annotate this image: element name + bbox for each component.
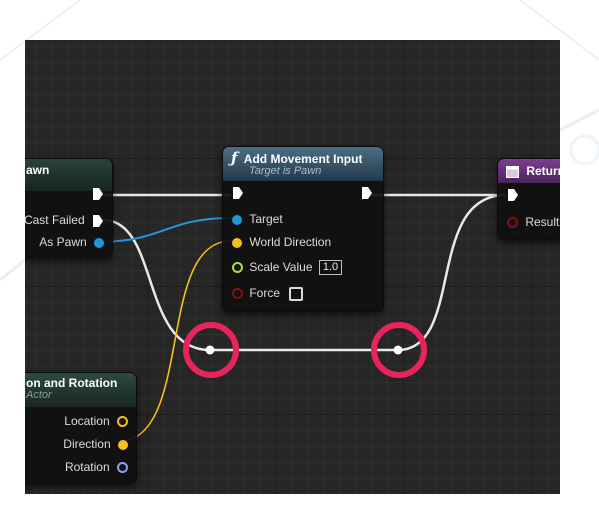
as-pawn-label: As Pawn (39, 235, 87, 249)
vector-pin-icon (118, 439, 128, 450)
highlight-circle-2 (371, 322, 427, 378)
cast-to-pawn-node[interactable]: awn Cast Failed As Pawn (25, 158, 113, 258)
location-pin[interactable]: Location (64, 412, 128, 430)
force-checkbox[interactable] (289, 286, 304, 301)
return-node-title: Return (526, 164, 560, 178)
force-label: Force (249, 286, 281, 300)
function-icon: ƒ (231, 149, 238, 167)
direction-pin[interactable]: Direction (63, 435, 128, 453)
rotation-label: Rotation (64, 460, 110, 474)
location-label: Location (64, 414, 110, 428)
add-node-title: Add Movement Input (243, 152, 363, 166)
return-icon (506, 165, 519, 178)
object-pin-icon (94, 237, 104, 248)
object-pin-icon (232, 214, 242, 225)
exec-out-icon (93, 214, 103, 227)
exec-in-icon (233, 187, 243, 199)
cast-exec-out-pin[interactable] (92, 187, 104, 205)
scale-value-input[interactable]: 1.0 (318, 260, 343, 276)
highlight-circle-1 (183, 322, 239, 378)
rotator-pin-icon (117, 462, 128, 474)
return-node[interactable]: Return Result (497, 158, 560, 240)
add-node-subtitle: Target is Pawn (249, 165, 322, 177)
result-pin[interactable]: Result (507, 213, 559, 231)
location-rotation-node[interactable]: on and Rotation Actor Location Direction… (25, 372, 137, 484)
add-exec-out-pin[interactable] (361, 186, 373, 204)
location-node-subtitle: Actor (26, 389, 52, 401)
force-pin[interactable]: Force (232, 284, 304, 302)
exec-out-icon (362, 187, 372, 199)
result-label: Result (525, 215, 560, 229)
cast-node-title: awn (26, 163, 50, 177)
add-node-header[interactable]: ƒ Add Movement Input Target is Pawn (223, 147, 383, 181)
rotation-pin[interactable]: Rotation (65, 458, 128, 476)
exec-in-icon (508, 189, 518, 201)
exec-out-icon (93, 188, 103, 200)
return-node-header[interactable]: Return (498, 159, 560, 183)
object-wire-pawn-to-target (96, 217, 232, 243)
reroute-node-1 (205, 345, 215, 355)
reroute-node-2 (393, 345, 403, 355)
add-movement-input-node[interactable]: ƒ Add Movement Input Target is Pawn Targ… (222, 146, 384, 312)
vector-pin-icon (117, 416, 128, 428)
return-exec-in-pin[interactable] (507, 188, 519, 206)
blueprint-graph-canvas[interactable]: awn Cast Failed As Pawn ƒ Add Movement I… (25, 40, 560, 494)
add-exec-in-pin[interactable] (232, 186, 244, 204)
bool-pin-icon (507, 217, 518, 229)
scale-value-pin[interactable]: Scale Value 1.0 (232, 258, 343, 276)
bool-pin-icon (232, 288, 243, 300)
vector-pin-icon (232, 237, 242, 248)
world-direction-pin[interactable]: World Direction (232, 233, 331, 251)
target-pin[interactable]: Target (232, 210, 283, 228)
location-node-header[interactable]: on and Rotation Actor (25, 373, 136, 407)
float-pin-icon (232, 262, 243, 274)
cast-failed-pin[interactable]: Cast Failed (25, 211, 104, 229)
target-label: Target (249, 212, 283, 226)
location-node-title: on and Rotation (26, 376, 118, 390)
world-direction-label: World Direction (249, 235, 332, 249)
cast-failed-label: Cast Failed (25, 213, 85, 227)
scale-value-label: Scale Value (249, 260, 313, 274)
direction-label: Direction (63, 437, 111, 451)
as-pawn-pin[interactable]: As Pawn (39, 233, 104, 251)
